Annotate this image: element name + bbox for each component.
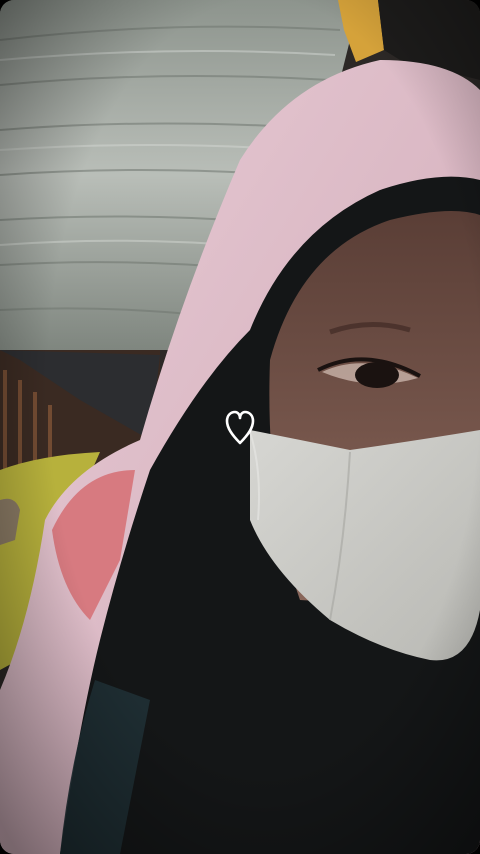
heart-outline-icon <box>225 410 255 445</box>
photo-viewer <box>0 0 480 854</box>
